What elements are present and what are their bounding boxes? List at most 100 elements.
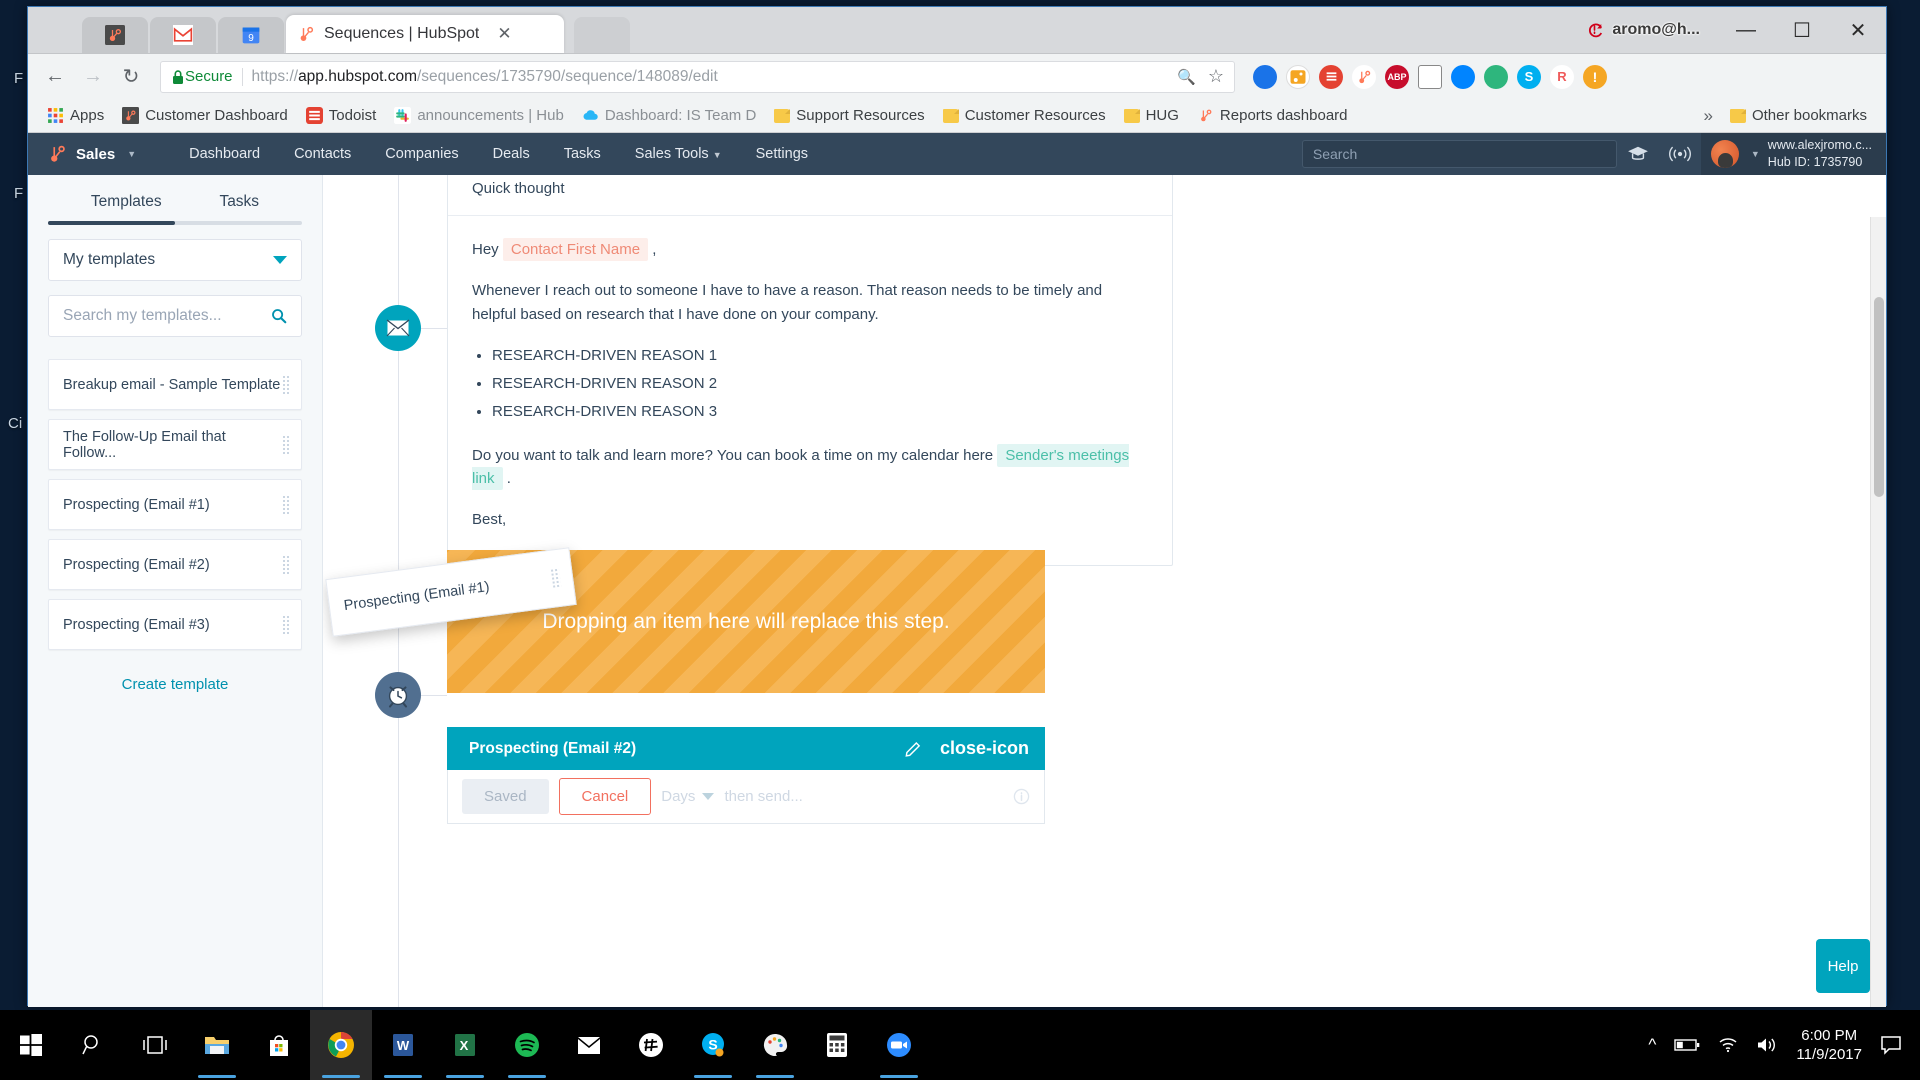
edge-icon[interactable]: [744, 1010, 806, 1080]
tab-templates[interactable]: Templates: [91, 193, 162, 221]
browser-tab-active-sequences[interactable]: Sequences | HubSpot ✕: [286, 15, 564, 53]
page-scrollbar[interactable]: [1870, 217, 1886, 1007]
nav-item-tasks[interactable]: Tasks: [547, 146, 618, 162]
extension-green-circle-icon[interactable]: [1484, 64, 1508, 89]
taskbar-clock[interactable]: 6:00 PM 11/9/2017: [1796, 1026, 1862, 1065]
wifi-icon[interactable]: [1718, 1037, 1738, 1053]
info-icon[interactable]: [1013, 788, 1030, 805]
email-step-node[interactable]: [375, 305, 421, 351]
template-search-input[interactable]: Search my templates...: [48, 295, 302, 337]
extension-messenger-icon[interactable]: [1451, 64, 1475, 89]
list-item[interactable]: Prospecting (Email #1): [48, 479, 302, 530]
tab-tasks[interactable]: Tasks: [219, 193, 259, 221]
notifications-button[interactable]: [1659, 133, 1701, 175]
scrollbar-thumb[interactable]: [1874, 297, 1884, 497]
bookmark-customer-dashboard[interactable]: Customer Dashboard: [115, 104, 295, 127]
extension-rapportive-icon[interactable]: R: [1550, 64, 1574, 89]
search-icon[interactable]: [62, 1010, 124, 1080]
global-search-input[interactable]: Search: [1301, 140, 1617, 168]
bookmark-announcements-slack[interactable]: announcements | Hub: [387, 104, 571, 127]
file-explorer-icon[interactable]: [186, 1010, 248, 1080]
drag-handle-icon[interactable]: [282, 434, 291, 455]
hubspot-sales-logo[interactable]: Sales ▼: [46, 143, 136, 165]
nav-item-dashboard[interactable]: Dashboard: [172, 146, 277, 162]
address-bar[interactable]: Secure https://app.hubspot.com/sequences…: [160, 60, 1235, 93]
list-item[interactable]: Prospecting (Email #3): [48, 599, 302, 650]
calculator-icon[interactable]: [806, 1010, 868, 1080]
browser-tab-3[interactable]: 9: [218, 17, 284, 53]
back-button[interactable]: ←: [38, 60, 72, 94]
excel-icon[interactable]: X: [434, 1010, 496, 1080]
academy-button[interactable]: [1617, 133, 1659, 175]
extension-adblock-plus-icon[interactable]: ABP: [1385, 64, 1409, 89]
window-maximize-button[interactable]: ☐: [1774, 7, 1830, 53]
drag-handle-icon[interactable]: [282, 554, 291, 575]
word-icon[interactable]: W: [372, 1010, 434, 1080]
window-minimize-button[interactable]: —: [1718, 7, 1774, 53]
delay-unit-select[interactable]: Days: [661, 788, 715, 805]
drag-handle-icon[interactable]: [282, 374, 291, 395]
bookmark-other-bookmarks[interactable]: Other bookmarks: [1723, 104, 1874, 127]
nav-item-settings[interactable]: Settings: [739, 146, 825, 162]
nav-item-contacts[interactable]: Contacts: [277, 146, 368, 162]
extension-todoist-icon[interactable]: [1319, 64, 1343, 89]
new-tab-placeholder[interactable]: [574, 17, 630, 53]
nav-item-sales-tools[interactable]: Sales Tools ▼: [618, 146, 739, 162]
delay-step-node[interactable]: [375, 672, 421, 718]
drag-handle-icon[interactable]: [282, 614, 291, 635]
list-item[interactable]: The Follow-Up Email that Follow...: [48, 419, 302, 470]
chrome-icon[interactable]: [310, 1010, 372, 1080]
drag-handle-icon[interactable]: [282, 494, 291, 515]
bookmark-star-icon[interactable]: ☆: [1208, 66, 1224, 87]
saved-button[interactable]: Saved: [462, 779, 549, 814]
zoom-icon[interactable]: [868, 1010, 930, 1080]
tab-close-icon[interactable]: ✕: [497, 24, 511, 44]
personalization-token-contact-first-name[interactable]: Contact First Name: [502, 238, 649, 261]
create-template-link[interactable]: Create template: [48, 676, 302, 693]
extension-warning-icon[interactable]: !: [1583, 64, 1607, 89]
bookmark-reports-dashboard[interactable]: Reports dashboard: [1190, 104, 1355, 127]
bookmarks-overflow-button[interactable]: »: [1703, 106, 1712, 126]
extension-white-square-icon[interactable]: [1418, 64, 1442, 89]
nav-item-companies[interactable]: Companies: [368, 146, 475, 162]
forward-button[interactable]: →: [76, 60, 110, 94]
window-account-chip[interactable]: aromo@h...: [1587, 21, 1700, 39]
browser-tab-1[interactable]: [82, 17, 148, 53]
spotify-icon[interactable]: [496, 1010, 558, 1080]
windows-start-icon[interactable]: [0, 1010, 62, 1080]
reload-button[interactable]: ↻: [114, 60, 148, 94]
skype-icon[interactable]: S: [682, 1010, 744, 1080]
browser-tab-2[interactable]: [150, 17, 216, 53]
nav-item-deals[interactable]: Deals: [476, 146, 547, 162]
battery-icon[interactable]: [1674, 1038, 1700, 1052]
bookmark-support-resources[interactable]: Support Resources: [767, 104, 931, 127]
bookmark-todoist[interactable]: Todoist: [299, 104, 384, 127]
email-subject[interactable]: Quick thought: [448, 175, 1172, 216]
volume-icon[interactable]: [1756, 1036, 1778, 1054]
mail-icon[interactable]: [558, 1010, 620, 1080]
task-view-icon[interactable]: [124, 1010, 186, 1080]
help-button[interactable]: Help: [1816, 939, 1870, 993]
pencil-icon[interactable]: [905, 740, 922, 757]
notification-icon[interactable]: [1880, 1035, 1902, 1055]
microsoft-store-icon[interactable]: [248, 1010, 310, 1080]
slack-icon[interactable]: [620, 1010, 682, 1080]
list-item[interactable]: Breakup email - Sample Template: [48, 359, 302, 410]
list-item[interactable]: Prospecting (Email #2): [48, 539, 302, 590]
email-body[interactable]: Hey Contact First Name , Whenever I reac…: [448, 216, 1172, 565]
close-icon[interactable]: close-icon: [940, 738, 1029, 759]
extension-hubspot-sales-icon[interactable]: [1286, 64, 1310, 89]
window-close-button[interactable]: ✕: [1830, 7, 1886, 53]
extension-blue-circle-icon[interactable]: [1253, 64, 1277, 89]
bookmark-customer-resources[interactable]: Customer Resources: [936, 104, 1113, 127]
account-menu[interactable]: ▼ www.alexjromo.c... Hub ID: 1735790: [1700, 133, 1886, 175]
bookmark-dashboard-is-team[interactable]: Dashboard: IS Team D: [575, 104, 763, 127]
chevron-up-icon[interactable]: ^: [1648, 1035, 1656, 1055]
extension-hubspot-icon[interactable]: [1352, 64, 1376, 89]
page-search-icon[interactable]: 🔍: [1177, 68, 1196, 86]
bookmark-hug[interactable]: HUG: [1117, 104, 1186, 127]
template-folder-select[interactable]: My templates: [48, 239, 302, 281]
bookmark-apps[interactable]: Apps: [40, 104, 111, 127]
extension-skype-icon[interactable]: S: [1517, 64, 1541, 89]
cancel-button[interactable]: Cancel: [558, 778, 652, 815]
